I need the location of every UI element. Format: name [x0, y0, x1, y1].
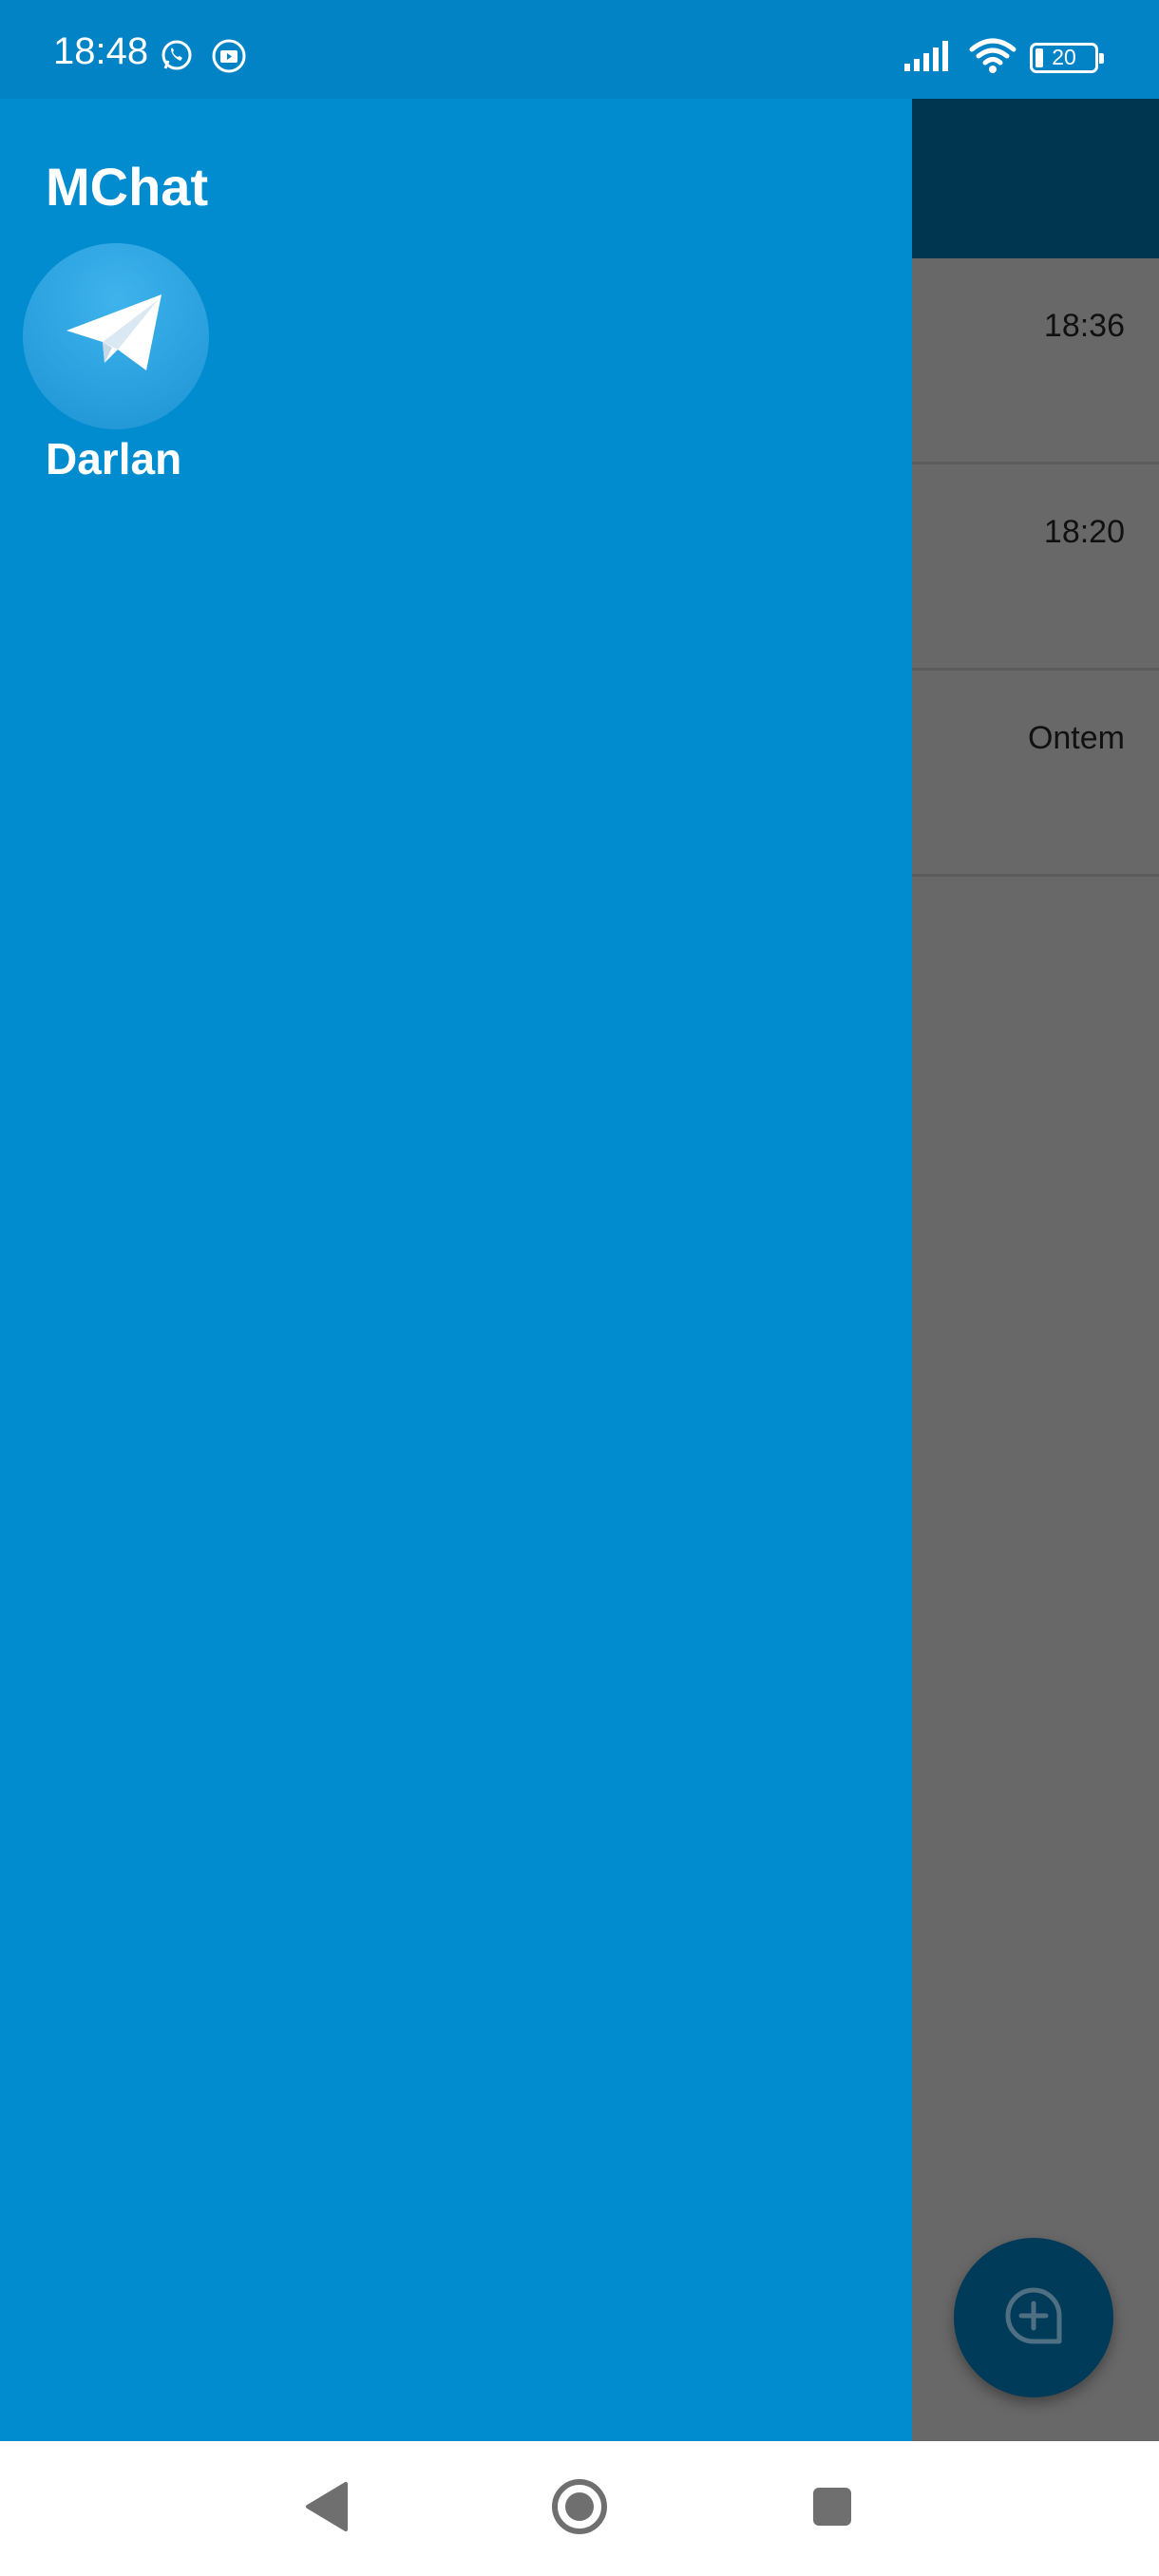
battery-fill: [1036, 47, 1043, 67]
app-root: 18:48 20 18:36 18:20 Ontem MChat Darlan: [0, 0, 1159, 2576]
status-system-icons: 20: [904, 36, 1104, 79]
drawer-app-title: MChat: [46, 157, 209, 217]
recents-button[interactable]: [799, 2475, 865, 2542]
home-button[interactable]: [546, 2475, 613, 2542]
signal-icon: [904, 39, 956, 76]
whatsapp-icon: [160, 38, 194, 79]
media-notification-icon: [211, 38, 247, 79]
status-bar: 18:48 20: [0, 0, 1159, 99]
navigation-drawer: MChat Darlan: [0, 99, 912, 2441]
avatar[interactable]: [23, 243, 209, 429]
system-navigation-bar: [0, 2441, 1159, 2576]
battery-level: 20: [1052, 45, 1076, 69]
new-chat-button[interactable]: [954, 2238, 1113, 2397]
telegram-plane-icon: [59, 287, 173, 387]
user-name: Darlan: [46, 434, 182, 483]
home-icon: [550, 2477, 609, 2541]
back-button[interactable]: [293, 2475, 359, 2542]
status-time: 18:48: [53, 30, 149, 72]
status-notification-icons: [160, 38, 247, 79]
chat-time: Ontem: [1027, 720, 1125, 756]
back-icon: [302, 2480, 350, 2538]
wifi-icon: [969, 36, 1016, 79]
chat-time: 18:36: [1043, 308, 1125, 344]
new-chat-icon: [1002, 2284, 1065, 2352]
battery-icon: 20: [1030, 42, 1104, 73]
recents-icon: [810, 2485, 854, 2533]
chat-time: 18:20: [1043, 514, 1125, 550]
